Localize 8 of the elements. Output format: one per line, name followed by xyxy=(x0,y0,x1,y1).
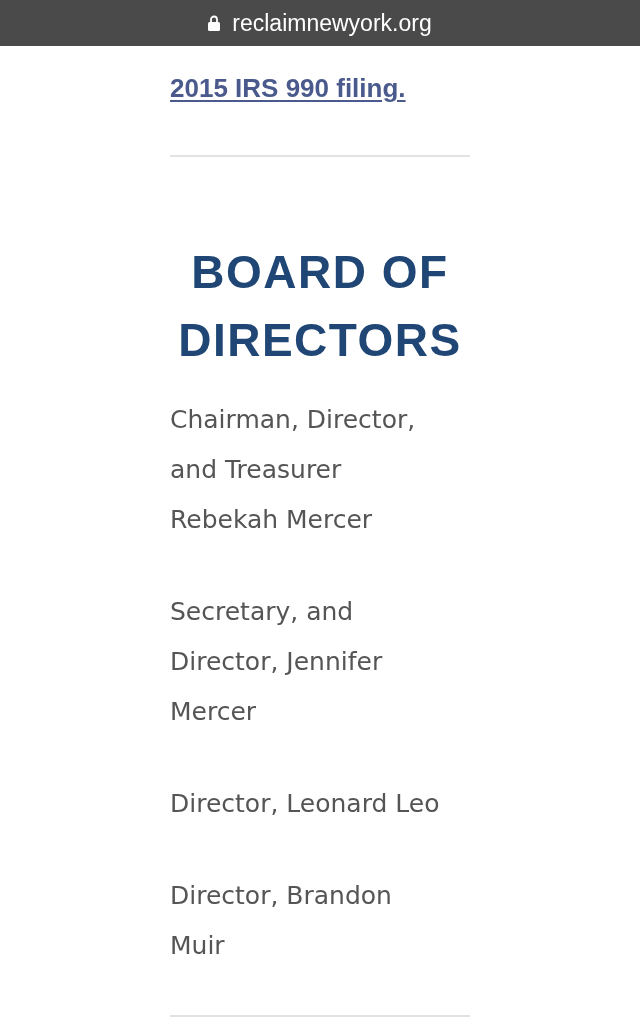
filing-link[interactable]: 2015 IRS 990 filing. xyxy=(170,70,406,106)
url-text[interactable]: reclaimnewyork.org xyxy=(232,9,432,37)
lock-icon xyxy=(208,15,221,31)
director-entry: Director, Brandon Muir xyxy=(170,880,393,962)
director-entry: Director, Leonard Leo xyxy=(170,788,441,820)
director-entry: Chairman, Director, and Treasurer Rebekah Mercer xyxy=(170,404,417,536)
section-heading: BOARD OF DIRECTORS xyxy=(177,245,463,368)
director-entry: Secretary, and Director, Jennifer Mercer xyxy=(170,596,384,728)
